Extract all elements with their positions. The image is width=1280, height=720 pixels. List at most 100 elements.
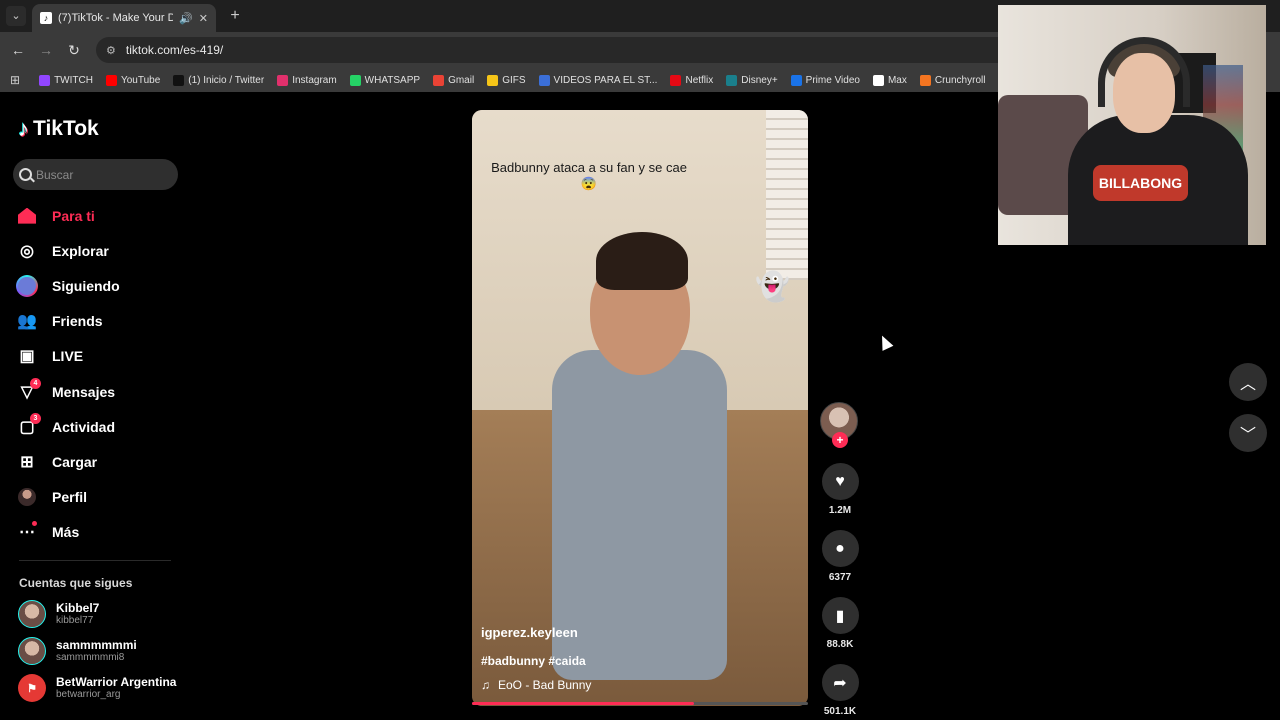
new-tab-button[interactable]: +: [226, 6, 244, 26]
video-person-body: [552, 350, 727, 680]
sidebar-item-label: Para ti: [52, 207, 95, 224]
bookmark-label: Max: [887, 74, 907, 86]
account-handle: betwarrior_arg: [56, 689, 121, 700]
bookmark-favicon-icon: [790, 74, 802, 86]
bookmark-item[interactable]: (1) Inicio / Twitter: [173, 74, 265, 86]
bookmark-item[interactable]: GIFS: [487, 74, 526, 86]
bookmark-label: VIDEOS PARA EL ST...: [553, 74, 658, 86]
sidebar-item-perfil[interactable]: Perfil: [16, 480, 186, 515]
music-note-icon: ♫: [481, 678, 490, 692]
bookmark-favicon-icon: [872, 74, 884, 86]
following-account[interactable]: ⚑ BetWarrior Argentina betwarrior_arg: [18, 674, 176, 702]
bookmark-item[interactable]: Gmail: [433, 74, 475, 86]
bookmark-item[interactable]: Instagram: [277, 74, 337, 86]
site-settings-icon[interactable]: ⚙: [106, 44, 116, 57]
sidebar-item-label: Actividad: [52, 418, 116, 435]
sidebar-item-actividad[interactable]: ▢ 3 Actividad: [16, 409, 186, 444]
like-action[interactable]: ♥ 1.2M: [820, 463, 860, 516]
like-count: 1.2M: [828, 505, 852, 516]
sidebar-item-siguiendo[interactable]: Siguiendo: [16, 268, 186, 303]
forward-arrow-icon[interactable]: →: [36, 40, 56, 60]
following-heading: Cuentas que sigues: [19, 576, 133, 590]
bookmark-label: WHATSAPP: [364, 74, 421, 86]
apps-grid-icon[interactable]: ⊞: [10, 73, 20, 87]
comment-action[interactable]: ● 6377: [820, 530, 860, 583]
sidebar-item-más[interactable]: ⋯ Más: [16, 515, 186, 550]
sidebar-item-label: Mensajes: [52, 383, 116, 400]
bookmark-icon[interactable]: ▮: [821, 597, 859, 634]
save-count: 88.8K: [826, 639, 854, 650]
sidebar-item-para-ti[interactable]: Para ti: [16, 198, 186, 233]
screen: ⌄ ♪ (7)TikTok - Make Your Day 🔊 ✕ + ← → …: [0, 0, 1280, 720]
video-progress-bar[interactable]: [472, 702, 808, 705]
sidebar-item-explorar[interactable]: ◎ Explorar: [16, 233, 186, 268]
reload-icon[interactable]: ↻: [64, 40, 84, 60]
account-name: BetWarrior Argentina: [56, 675, 177, 689]
address-bar[interactable]: ⚙ tiktok.com/es-419/: [96, 37, 1016, 63]
bookmark-favicon-icon: [173, 74, 185, 86]
bookmark-label: Instagram: [292, 74, 337, 86]
compass-icon: ◎: [20, 242, 34, 260]
sidebar-nav: Para ti ◎ Explorar Siguiendo 👥 Friends ▣ LIVE ▽ 4…: [16, 198, 186, 550]
browser-tab-tiktok[interactable]: ♪ (7)TikTok - Make Your Day 🔊 ✕: [32, 4, 216, 32]
snapchat-ghost-icon: 👻: [755, 271, 790, 302]
bookmark-item[interactable]: Prime Video: [790, 74, 860, 86]
bookmark-label: (1) Inicio / Twitter: [188, 74, 265, 86]
bookmark-item[interactable]: WHATSAPP: [349, 74, 421, 86]
next-video-chevron-down-icon[interactable]: ﹀: [1229, 414, 1267, 452]
save-action[interactable]: ▮ 88.8K: [820, 597, 860, 650]
sidebar-item-label: LIVE: [52, 348, 84, 365]
bookmark-label: Crunchyroll: [934, 74, 986, 86]
sidebar-item-mensajes[interactable]: ▽ 4 Mensajes: [16, 374, 186, 409]
bookmark-item[interactable]: VIDEOS PARA EL ST...: [538, 74, 658, 86]
video-username[interactable]: igperez.keyleen: [481, 625, 578, 640]
bookmark-item[interactable]: TWITCH: [39, 74, 93, 86]
bookmark-item[interactable]: Crunchyroll: [919, 74, 986, 86]
sidebar-item-live[interactable]: ▣ LIVE: [16, 339, 186, 374]
bookmark-favicon-icon: [39, 74, 51, 86]
sidebar-item-cargar[interactable]: ⊞ Cargar: [16, 444, 186, 479]
music-title: EoO - Bad Bunny: [498, 678, 592, 692]
account-handle: kibbel77: [56, 615, 94, 626]
bookmark-label: Disney+: [741, 74, 778, 86]
share-icon[interactable]: ➦: [821, 664, 859, 701]
close-tab-icon[interactable]: ✕: [199, 12, 208, 25]
sidebar-item-label: Cargar: [52, 453, 98, 470]
video-person-hair: [596, 232, 688, 290]
logo-text: TikTok: [33, 117, 99, 140]
video-hashtags[interactable]: #badbunny #caida: [481, 654, 586, 668]
tiktok-favicon-icon: ♪: [40, 12, 52, 24]
more-icon: ⋯: [16, 521, 38, 543]
profile-icon: [16, 486, 38, 508]
bookmark-item[interactable]: Max: [872, 74, 907, 86]
following-account[interactable]: Kibbel7 kibbel77: [18, 600, 99, 628]
share-count: 501.1K: [823, 706, 857, 717]
video-scene-shutter: [766, 110, 808, 280]
video-music[interactable]: ♫ EoO - Bad Bunny: [481, 678, 591, 692]
comment-icon[interactable]: ●: [821, 530, 859, 567]
search-input[interactable]: Buscar: [13, 159, 178, 190]
home-icon: [16, 205, 38, 227]
share-action[interactable]: ➦ 501.1K: [820, 664, 860, 717]
bookmark-item[interactable]: Disney+: [726, 74, 778, 86]
url-text: tiktok.com/es-419/: [125, 43, 224, 57]
bookmark-item[interactable]: Netflix: [670, 74, 713, 86]
previous-video-chevron-up-icon[interactable]: ︿: [1229, 363, 1267, 401]
following-account[interactable]: sammmmmmi sammmmmmi8: [18, 637, 137, 665]
bookmark-item[interactable]: YouTube: [105, 74, 160, 86]
back-arrow-icon[interactable]: ←: [8, 40, 28, 60]
sidebar-divider: [19, 560, 171, 561]
video-player[interactable]: Badbunny ataca a su fan y se cae 😨 👻 igp…: [472, 110, 808, 706]
tab-search-button[interactable]: ⌄: [6, 6, 26, 26]
creator-avatar[interactable]: +: [820, 402, 858, 448]
heart-icon[interactable]: ♥: [821, 463, 859, 500]
bookmark-label: GIFS: [502, 74, 526, 86]
follow-plus-icon[interactable]: +: [832, 432, 848, 448]
messages-icon: ▽ 4: [16, 377, 41, 403]
search-icon: [19, 168, 32, 181]
tiktok-logo[interactable]: ♪ TikTok: [18, 116, 99, 142]
speaker-icon[interactable]: 🔊: [179, 12, 193, 25]
bookmark-favicon-icon: [487, 74, 499, 86]
sidebar-item-friends[interactable]: 👥 Friends: [16, 304, 186, 339]
bookmark-label: Gmail: [448, 74, 475, 86]
